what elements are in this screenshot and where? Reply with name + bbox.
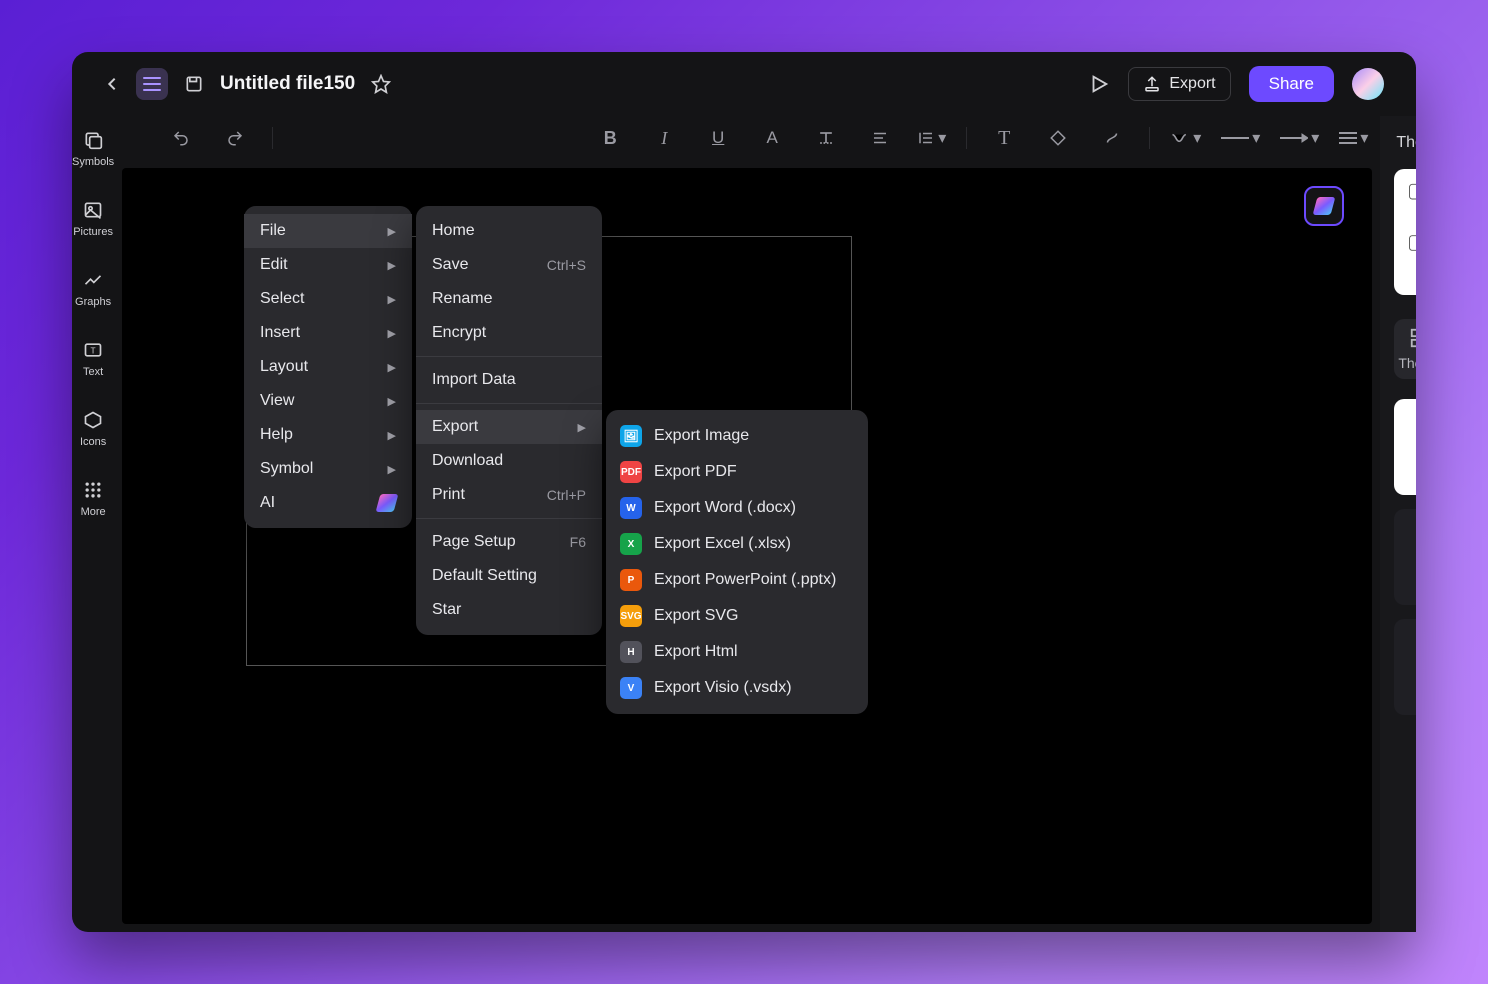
panel-tabs: Theme Color Conne… AaText	[1394, 319, 1416, 379]
theme-card[interactable]	[1394, 619, 1416, 715]
menu-item-symbol[interactable]: Symbol▶	[244, 452, 412, 486]
theme-card[interactable]	[1394, 509, 1416, 605]
menu-item-insert[interactable]: Insert▶	[244, 316, 412, 350]
list-dd[interactable]: ▾	[1339, 128, 1368, 148]
back-button[interactable]	[104, 76, 120, 92]
export-menu: 🖼Export ImagePDFExport PDFWExport Word (…	[606, 410, 868, 714]
export-label: Export	[1169, 75, 1215, 93]
connector-icon[interactable]	[1095, 121, 1129, 155]
chevron-down-icon: ▾	[938, 128, 946, 148]
menu-item-edit[interactable]: Edit▶	[244, 248, 412, 282]
rail-more[interactable]: More	[81, 478, 106, 518]
file-menu: HomeSaveCtrl+SRenameEncrypt Import Data Ex…	[416, 206, 602, 635]
share-button[interactable]: Share	[1249, 66, 1334, 102]
symbols-icon	[81, 128, 105, 152]
menu-item-export[interactable]: Export▶	[416, 410, 602, 444]
ai-assistant-button[interactable]	[1304, 186, 1344, 226]
theme-preview[interactable]: text text text text	[1394, 169, 1416, 295]
undo-icon[interactable]	[164, 121, 198, 155]
export-button[interactable]: Export	[1128, 67, 1230, 101]
font-color-icon[interactable]: A	[755, 121, 789, 155]
play-icon[interactable]	[1088, 73, 1110, 95]
avatar[interactable]	[1352, 68, 1384, 100]
menu-item-layout[interactable]: Layout▶	[244, 350, 412, 384]
redo-icon[interactable]	[218, 121, 252, 155]
share-label: Share	[1269, 74, 1314, 93]
icons-icon	[81, 408, 105, 432]
theme-panel: Theme ✕ text text text text Novel A	[1380, 116, 1416, 932]
link-shape-icon[interactable]	[1041, 121, 1075, 155]
menu-item-file[interactable]: File▶	[244, 214, 412, 248]
menu-item-import-data[interactable]: Import Data	[416, 363, 602, 397]
menu-item-export-html[interactable]: HExport Html	[606, 634, 868, 670]
more-icon	[81, 478, 105, 502]
rail-text[interactable]: T Text	[81, 338, 105, 378]
menu-item-export-svg[interactable]: SVGExport SVG	[606, 598, 868, 634]
rail-pictures[interactable]: Pictures	[73, 198, 113, 238]
rail-graphs[interactable]: Graphs	[75, 268, 111, 308]
menu-item-export-word-docx-[interactable]: WExport Word (.docx)	[606, 490, 868, 526]
menu-item-export-image[interactable]: 🖼Export Image	[606, 418, 868, 454]
menu-item-help[interactable]: Help▶	[244, 418, 412, 452]
menu-item-export-powerpoint-pptx-[interactable]: PExport PowerPoint (.pptx)	[606, 562, 868, 598]
save-icon[interactable]	[184, 74, 204, 94]
line-weight-dd[interactable]: ▾	[1221, 128, 1260, 148]
menu-item-home[interactable]: Home	[416, 214, 602, 248]
tab-theme[interactable]: Theme	[1394, 319, 1416, 379]
menu-button[interactable]	[136, 68, 168, 100]
theme-grid	[1394, 399, 1416, 715]
rail-symbols[interactable]: Symbols	[72, 128, 114, 168]
menu-item-encrypt[interactable]: Encrypt	[416, 316, 602, 350]
italic-icon[interactable]: I	[647, 121, 681, 155]
panel-title: Theme	[1396, 134, 1416, 152]
app-window: Untitled file150 Export Share	[72, 52, 1416, 932]
left-rail: Symbols Pictures Graphs T Text Icons Mor…	[72, 116, 114, 932]
svg-text:T: T	[91, 345, 96, 355]
underline-icon[interactable]: U	[701, 121, 735, 155]
pictures-icon	[81, 198, 105, 222]
menu-item-export-pdf[interactable]: PDFExport PDF	[606, 454, 868, 490]
menu-item-rename[interactable]: Rename	[416, 282, 602, 316]
menu-item-select[interactable]: Select▶	[244, 282, 412, 316]
menu-item-export-excel-xlsx-[interactable]: XExport Excel (.xlsx)	[606, 526, 868, 562]
menu-item-download[interactable]: Download	[416, 444, 602, 478]
menu-item-default-setting[interactable]: Default Setting	[416, 559, 602, 593]
menu-item-page-setup[interactable]: Page SetupF6	[416, 525, 602, 559]
line-style-dd[interactable]: ▾	[1170, 128, 1201, 148]
text-icon: T	[81, 338, 105, 362]
star-icon[interactable]	[371, 74, 391, 94]
menu-item-save[interactable]: SaveCtrl+S	[416, 248, 602, 282]
main-menu: File▶Edit▶Select▶Insert▶Layout▶View▶Help…	[244, 206, 412, 528]
graphs-icon	[81, 268, 105, 292]
line-spacing-icon[interactable]: ▾	[917, 128, 946, 148]
text-case-icon[interactable]	[809, 121, 843, 155]
format-toolbar: B I U A ▾ T ▾ ▾ ▾ ▾	[114, 116, 1380, 160]
align-icon[interactable]	[863, 121, 897, 155]
menu-item-view[interactable]: View▶	[244, 384, 412, 418]
bold-icon[interactable]: B	[593, 121, 627, 155]
theme-card[interactable]	[1394, 399, 1416, 495]
insert-text-icon[interactable]: T	[987, 121, 1021, 155]
menu-item-star[interactable]: Star	[416, 593, 602, 627]
arrow-dd[interactable]: ▾	[1280, 128, 1319, 148]
file-title[interactable]: Untitled file150	[220, 73, 355, 95]
topbar: Untitled file150 Export Share	[72, 52, 1416, 116]
menu-item-export-visio-vsdx-[interactable]: VExport Visio (.vsdx)	[606, 670, 868, 706]
menu-item-print[interactable]: PrintCtrl+P	[416, 478, 602, 512]
rail-icons[interactable]: Icons	[80, 408, 106, 448]
menu-item-ai[interactable]: AI	[244, 486, 412, 520]
